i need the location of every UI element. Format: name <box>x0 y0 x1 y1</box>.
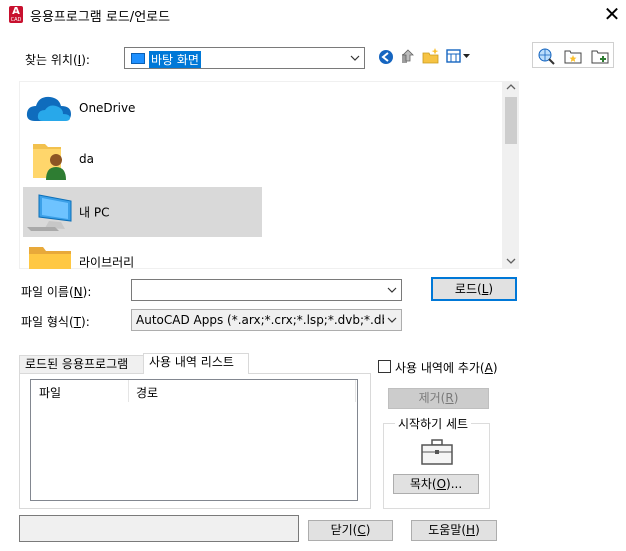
tab-loaded-applications[interactable]: 로드된 응용프로그램 <box>19 355 144 374</box>
scrollbar-thumb[interactable] <box>505 97 517 144</box>
column-separator[interactable] <box>128 380 129 402</box>
scroll-up-icon[interactable] <box>506 83 516 91</box>
look-in-value: 바탕 화면 <box>149 51 201 68</box>
filetype-label: 파일 형식(T): <box>21 315 90 329</box>
desktop-icon <box>131 53 145 64</box>
filetype-value: AutoCAD Apps (*.arx;*.crx;*.lsp;*.dvb;*.… <box>136 313 384 327</box>
startup-suite-title: 시작하기 세트 <box>395 415 472 432</box>
up-folder-icon[interactable] <box>398 46 418 66</box>
cloud-icon <box>26 96 71 121</box>
contents-button[interactable]: 목차(O)... <box>393 474 479 494</box>
place-label: 내 PC <box>79 205 110 220</box>
web-toolbar <box>532 42 614 68</box>
chevron-down-icon <box>387 317 397 323</box>
close-icon[interactable]: ✕ <box>601 2 623 26</box>
add-history-label: 사용 내역에 추가(A) <box>395 361 498 375</box>
scroll-down-icon[interactable] <box>506 257 516 265</box>
place-item-user[interactable]: da <box>23 134 262 184</box>
list-header: 파일 경로 <box>31 380 357 402</box>
close-button[interactable]: 닫기(C) <box>308 520 393 541</box>
look-in-label: 찾는 위치(I): <box>25 53 90 67</box>
place-item-onedrive[interactable]: OneDrive <box>23 83 262 133</box>
chevron-down-icon <box>350 55 360 61</box>
look-in-combo[interactable]: 바탕 화면 <box>124 47 365 69</box>
place-label: da <box>79 152 94 166</box>
add-history-checkbox[interactable] <box>378 360 391 373</box>
column-separator[interactable] <box>355 380 356 402</box>
filetype-combo[interactable]: AutoCAD Apps (*.arx;*.crx;*.lsp;*.dvb;*.… <box>131 309 402 331</box>
chevron-down-icon <box>387 287 397 293</box>
status-bar <box>19 515 299 542</box>
favorites-folder-icon[interactable] <box>563 46 583 66</box>
history-list[interactable]: 파일 경로 <box>30 379 358 501</box>
library-folder-icon <box>29 247 71 269</box>
add-favorite-icon[interactable] <box>590 46 610 66</box>
column-header-path[interactable]: 경로 <box>136 384 158 401</box>
user-folder-icon <box>33 144 66 180</box>
autocad-app-icon: A CAD <box>9 6 23 23</box>
search-web-icon[interactable] <box>536 46 556 66</box>
load-button[interactable]: 로드(L) <box>431 277 517 301</box>
tab-history-list[interactable]: 사용 내역 리스트 <box>143 353 249 374</box>
window-title: 응용프로그램 로드/언로드 <box>30 10 171 25</box>
place-item-libraries[interactable]: 라이브러리 <box>23 238 262 269</box>
place-label: OneDrive <box>79 101 136 115</box>
column-header-file[interactable]: 파일 <box>39 384 61 401</box>
help-button[interactable]: 도움말(H) <box>411 520 497 541</box>
new-folder-icon[interactable] <box>421 46 441 66</box>
views-menu-icon[interactable] <box>446 49 472 65</box>
startup-suite-group <box>383 423 490 509</box>
briefcase-icon <box>421 439 453 465</box>
filename-label: 파일 이름(N): <box>21 285 92 299</box>
filename-combo[interactable] <box>131 279 402 301</box>
place-label: 라이브러리 <box>79 255 135 270</box>
back-icon[interactable] <box>376 47 396 67</box>
remove-button[interactable]: 제거(R) <box>388 388 489 409</box>
place-item-this-pc[interactable]: 내 PC <box>23 187 262 237</box>
computer-icon <box>27 194 72 231</box>
